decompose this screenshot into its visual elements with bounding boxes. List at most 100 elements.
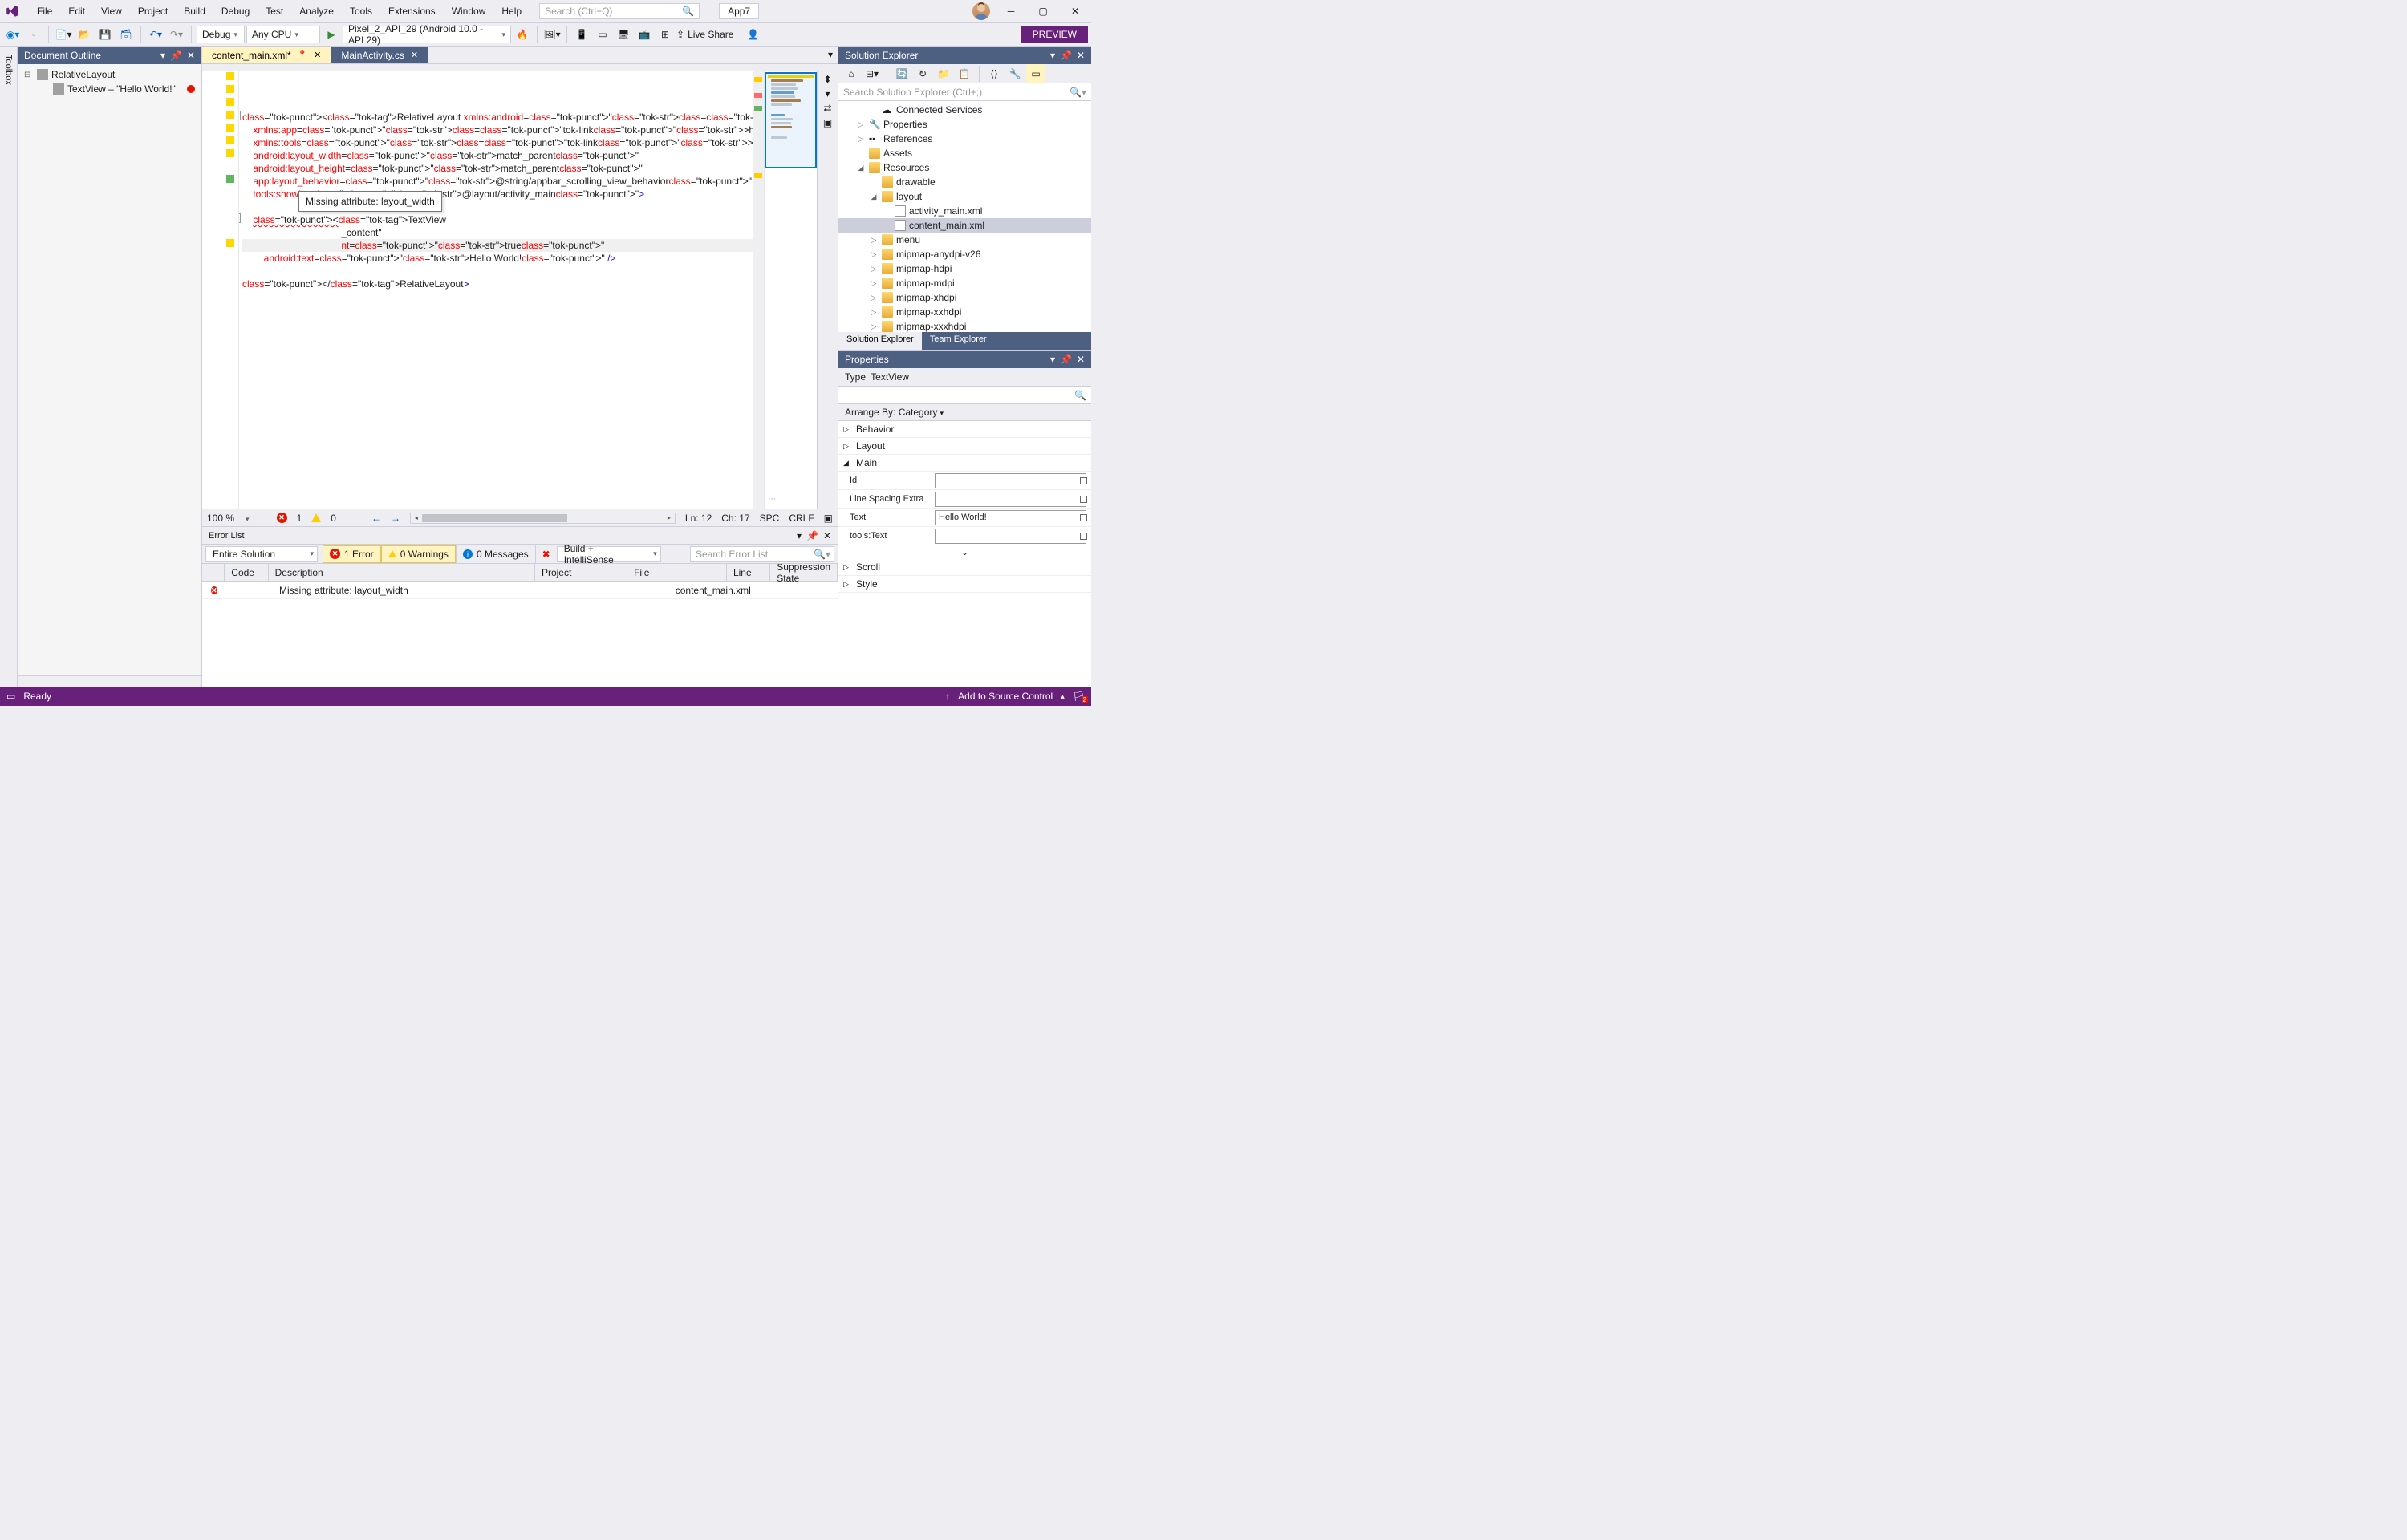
code-line[interactable]: nt=class="tok-punct">"class="tok-str">tr… (242, 239, 753, 252)
spaces-indicator[interactable]: SPC (760, 513, 780, 524)
tab-overflow-icon[interactable]: ▾ (823, 47, 838, 63)
live-share-button[interactable]: ⇪ Live Share (676, 29, 733, 40)
code-line[interactable]: android:layout_height=class="tok-punct">… (242, 162, 753, 175)
outline-hscroll[interactable] (18, 675, 201, 687)
lineending-indicator[interactable]: CRLF (789, 513, 814, 524)
properties-arrange-dropdown[interactable]: Arrange By: Category ▾ (838, 404, 1091, 421)
sync-icon[interactable]: 🔄 (892, 64, 911, 83)
pin-icon[interactable]: 📌 (1060, 50, 1072, 61)
menu-test[interactable]: Test (258, 2, 291, 20)
outline-item[interactable]: TextView – "Hello World!" (21, 82, 198, 96)
window-options-icon[interactable]: ▾ (1050, 354, 1055, 365)
property-marker-icon[interactable] (1080, 477, 1087, 484)
tree-item[interactable]: ▷🔧Properties (838, 117, 1091, 132)
tree-item[interactable]: ▷mipmap-xxhdpi (838, 305, 1091, 319)
property-value-input[interactable] (935, 529, 1086, 544)
nav-next-icon[interactable]: → (391, 513, 400, 524)
menu-edit[interactable]: Edit (60, 2, 93, 20)
code-editor[interactable]: Missing attribute: layout_width -class="… (202, 71, 838, 509)
code-line[interactable]: app:layout_behavior=class="tok-punct">"c… (242, 175, 753, 188)
debug-target-dropdown[interactable]: Pixel_2_API_29 (Android 10.0 - API 29)▾ (343, 26, 511, 43)
menu-file[interactable]: File (29, 2, 60, 20)
property-value-input[interactable]: Hello World! (935, 510, 1086, 525)
tree-item[interactable]: activity_main.xml (838, 204, 1091, 218)
close-button[interactable]: ✕ (1064, 3, 1086, 19)
pin-icon[interactable]: 📌 (170, 50, 182, 61)
save-button[interactable]: 💾 (95, 25, 115, 44)
minimap[interactable]: ⋯ (765, 71, 817, 509)
swap-icon[interactable]: ⇄ (823, 103, 831, 114)
nav-back-button[interactable]: ◉▾ (3, 25, 22, 44)
fold-toggle-icon[interactable]: - (239, 213, 241, 223)
device-tablet-icon[interactable]: ▭ (593, 25, 612, 44)
refresh-icon[interactable]: ↻ (913, 64, 932, 83)
property-value-input[interactable] (935, 473, 1086, 488)
user-avatar[interactable] (972, 2, 990, 20)
open-button[interactable]: 📂 (75, 25, 94, 44)
tree-item[interactable]: ☁Connected Services (838, 103, 1091, 117)
tree-item[interactable]: ◢Resources (838, 160, 1091, 175)
config-dropdown[interactable]: Debug▾ (197, 26, 245, 43)
tab-solution-explorer[interactable]: Solution Explorer (838, 332, 922, 350)
expand-icon[interactable]: ▣ (823, 117, 832, 128)
tree-item[interactable]: ▷menu (838, 233, 1091, 247)
properties-icon[interactable]: 🔧 (1005, 64, 1025, 83)
editor-tab[interactable]: MainActivity.cs✕ (331, 47, 428, 63)
close-panel-icon[interactable]: ✕ (823, 530, 831, 541)
tree-item[interactable]: ▷mipmap-anydpi-v26 (838, 247, 1091, 261)
properties-search-input[interactable]: 🔍 (838, 387, 1091, 404)
window-options-icon[interactable]: ▾ (797, 530, 802, 541)
pin-icon[interactable]: 📍 (298, 51, 307, 59)
warnings-filter-button[interactable]: 0 Warnings (381, 545, 456, 563)
tree-item[interactable]: drawable (838, 175, 1091, 189)
nav-prev-icon[interactable]: ← (371, 513, 381, 524)
warning-count[interactable]: 0 (331, 513, 336, 524)
fold-toggle-icon[interactable]: - (239, 111, 241, 120)
property-marker-icon[interactable] (1080, 496, 1087, 503)
zoom-level[interactable]: 100 % (207, 513, 234, 524)
notifications-button[interactable]: 🏳 2 (1073, 691, 1085, 702)
preview-button[interactable]: PREVIEW (1021, 26, 1088, 43)
error-search-input[interactable]: Search Error List 🔍▾ (690, 546, 834, 562)
split-editor-icon[interactable]: ⬍ (823, 74, 831, 85)
home-icon[interactable]: ⌂ (842, 64, 861, 83)
feedback-icon[interactable]: 👤 (743, 25, 762, 44)
tree-item[interactable]: ▷mipmap-mdpi (838, 276, 1091, 290)
build-intellisense-dropdown[interactable]: Build + IntelliSense (557, 546, 661, 562)
char-indicator[interactable]: Ch: 17 (721, 513, 749, 524)
view-code-icon[interactable]: ⟨⟩ (984, 64, 1004, 83)
close-panel-icon[interactable]: ✕ (1077, 50, 1085, 61)
property-category[interactable]: ▷Scroll (838, 559, 1091, 576)
error-row[interactable]: ✕Missing attribute: layout_widthcontent_… (202, 582, 838, 599)
code-line[interactable]: xmlns:app=class="tok-punct">"class="tok-… (242, 124, 753, 136)
close-tab-icon[interactable]: ✕ (411, 50, 418, 60)
editor-options-icon[interactable]: ▣ (824, 513, 833, 524)
menu-analyze[interactable]: Analyze (291, 2, 342, 20)
tree-item[interactable]: Assets (838, 146, 1091, 160)
preview-chooser-icon[interactable]: 🖼▾ (542, 25, 562, 44)
outline-item[interactable]: ⊟RelativeLayout (21, 67, 198, 82)
tree-item[interactable]: ▷mipmap-xhdpi (838, 290, 1091, 305)
code-line[interactable]: xmlns:tools=class="tok-punct">"class="to… (242, 136, 753, 149)
tab-team-explorer[interactable]: Team Explorer (922, 332, 995, 350)
new-item-button[interactable]: 📄▾ (54, 25, 73, 44)
error-scope-dropdown[interactable]: Entire Solution (205, 546, 318, 562)
device-other-icon[interactable]: ⊞ (656, 25, 675, 44)
global-search-input[interactable]: Search (Ctrl+Q) 🔍 (539, 3, 700, 19)
errors-filter-button[interactable]: ✕1 Error (323, 545, 381, 563)
property-value-input[interactable] (935, 492, 1086, 507)
code-line[interactable] (242, 265, 753, 278)
show-all-files-icon[interactable]: 📁 (934, 64, 953, 83)
pin-icon[interactable]: 📌 (806, 530, 818, 541)
code-line[interactable]: -class="tok-punct"><class="tok-tag">Rela… (242, 111, 753, 124)
menu-view[interactable]: View (93, 2, 130, 20)
editor-tab[interactable]: content_main.xml*📍✕ (202, 47, 331, 63)
nav-fwd-button[interactable]: ◦ (24, 25, 43, 44)
editor-hscrollbar[interactable]: ◂ ▸ (410, 513, 676, 524)
property-category[interactable]: ▷Layout (838, 438, 1091, 455)
menu-build[interactable]: Build (176, 2, 213, 20)
tree-item[interactable]: content_main.xml (838, 218, 1091, 233)
menu-debug[interactable]: Debug (213, 2, 258, 20)
messages-filter-button[interactable]: i0 Messages (456, 545, 535, 563)
close-panel-icon[interactable]: ✕ (187, 50, 195, 61)
